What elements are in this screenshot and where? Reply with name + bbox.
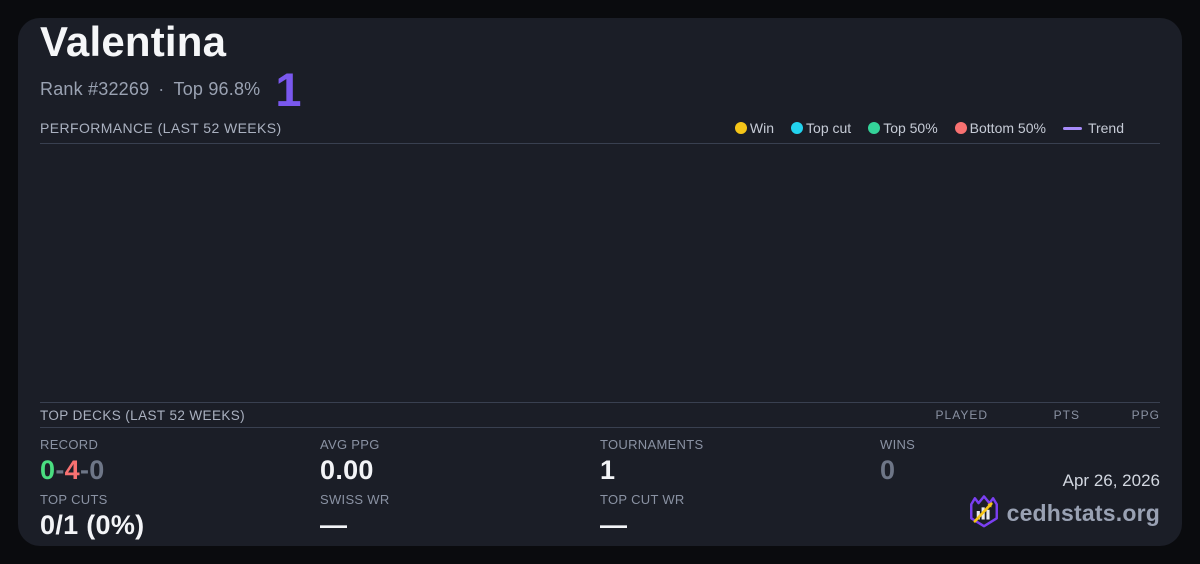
- brand-row: cedhstats.org: [968, 494, 1160, 533]
- cedhstats-brand-link[interactable]: cedhstats.org: [1007, 500, 1160, 527]
- win-legend-dot: [735, 122, 747, 134]
- record-losses: 4: [65, 455, 80, 485]
- top-cuts-value: 0/1 (0%): [40, 511, 320, 539]
- stat-label: SWISS WR: [320, 492, 600, 507]
- generated-date: Apr 26, 2026: [968, 471, 1160, 491]
- legend-item-top-cut: Top cut: [791, 120, 851, 136]
- record-draws: 0: [89, 455, 104, 485]
- top-decks-section-header: TOP DECKS (LAST 52 WEEKS) PLAYED PTS PPG: [40, 402, 1160, 428]
- stat-swiss-wr: SWISS WR —: [320, 492, 600, 539]
- tournaments-value: 1: [600, 456, 880, 484]
- legend-label: Top 50%: [883, 120, 937, 136]
- rank-number: Rank #32269: [40, 79, 149, 99]
- page-title: Valentina: [40, 18, 1160, 66]
- stat-top-cuts: TOP CUTS 0/1 (0%): [40, 492, 320, 539]
- stat-record: RECORD 0-4-0: [40, 437, 320, 484]
- stat-label: TOP CUT WR: [600, 492, 880, 507]
- column-header-ppg: PPG: [1080, 408, 1160, 422]
- rank-summary: Rank #32269 · Top 96.8% 1: [40, 66, 1160, 113]
- score-number: 1: [275, 66, 301, 113]
- rank-text: Rank #32269 · Top 96.8%: [40, 79, 260, 100]
- swiss-wr-value: —: [320, 511, 600, 539]
- top-decks-section-label: TOP DECKS (LAST 52 WEEKS): [40, 408, 245, 423]
- avg-ppg-value: 0.00: [320, 456, 600, 484]
- dot-separator: ·: [158, 79, 164, 99]
- stat-label: TOP CUTS: [40, 492, 320, 507]
- record-separator: -: [55, 455, 64, 485]
- chart-legend: Win Top cut Top 50% Bottom 50% Trend: [735, 120, 1124, 136]
- performance-section-label: PERFORMANCE (LAST 52 WEEKS): [40, 120, 282, 136]
- legend-label: Win: [750, 120, 774, 136]
- stat-avg-ppg: AVG PPG 0.00: [320, 437, 600, 484]
- legend-label: Trend: [1088, 120, 1124, 136]
- legend-label: Top cut: [806, 120, 851, 136]
- player-stats-card: Valentina Rank #32269 · Top 96.8% 1 PERFOR…: [18, 18, 1182, 546]
- legend-item-trend: Trend: [1063, 120, 1124, 136]
- legend-item-bottom50: Bottom 50%: [955, 120, 1046, 136]
- legend-item-win: Win: [735, 120, 774, 136]
- top-cut-legend-dot: [791, 122, 803, 134]
- card-header: Valentina Rank #32269 · Top 96.8% 1: [40, 18, 1160, 113]
- column-header-played: PLAYED: [892, 408, 988, 422]
- stat-top-cut-wr: TOP CUT WR —: [600, 492, 880, 539]
- stat-label: AVG PPG: [320, 437, 600, 452]
- record-value: 0-4-0: [40, 456, 320, 484]
- record-wins: 0: [40, 455, 55, 485]
- top-cut-wr-value: —: [600, 511, 880, 539]
- stat-label: TOURNAMENTS: [600, 437, 880, 452]
- performance-section-header: PERFORMANCE (LAST 52 WEEKS) Win Top cut …: [40, 113, 1160, 144]
- stat-label: RECORD: [40, 437, 320, 452]
- performance-chart: [40, 144, 1160, 402]
- record-separator: -: [80, 455, 89, 485]
- stat-label: WINS: [880, 437, 1160, 452]
- column-header-pts: PTS: [988, 408, 1080, 422]
- card-footer: Apr 26, 2026 cedhstats.org: [968, 471, 1160, 533]
- top-percent: Top 96.8%: [174, 79, 261, 99]
- top50-legend-dot: [868, 122, 880, 134]
- legend-label: Bottom 50%: [970, 120, 1046, 136]
- trend-legend-line: [1063, 127, 1082, 130]
- cedhstats-logo-icon: [968, 494, 1000, 533]
- legend-item-top50: Top 50%: [868, 120, 937, 136]
- bottom50-legend-dot: [955, 122, 967, 134]
- top-decks-column-headers: PLAYED PTS PPG: [892, 408, 1160, 422]
- stat-tournaments: TOURNAMENTS 1: [600, 437, 880, 484]
- page-background: Valentina Rank #32269 · Top 96.8% 1 PERFOR…: [0, 0, 1200, 564]
